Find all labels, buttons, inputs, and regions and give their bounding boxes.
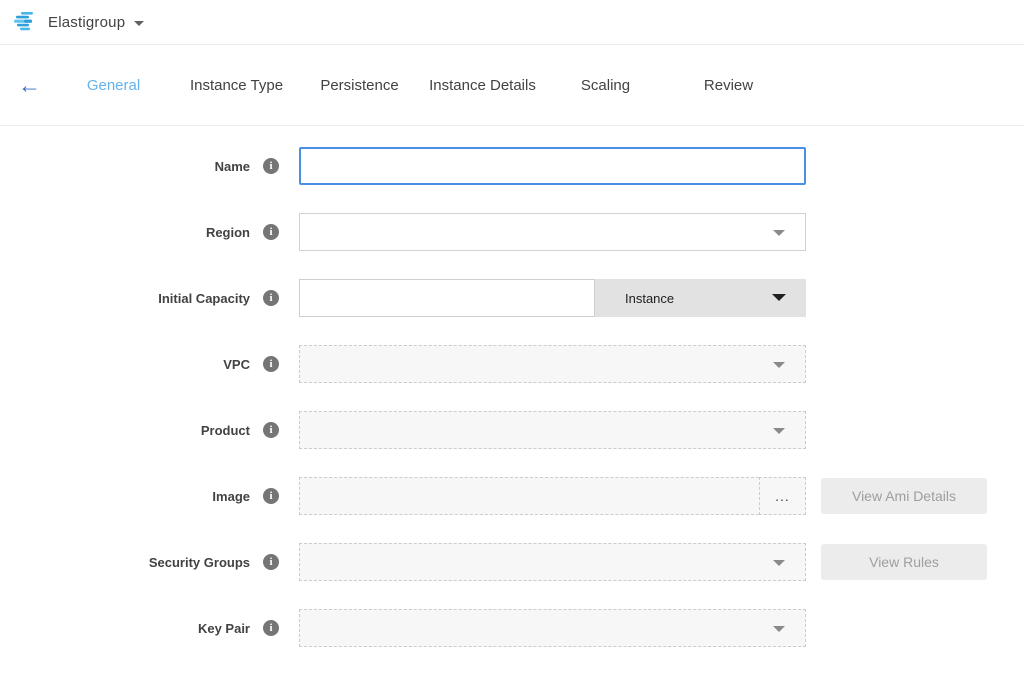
initial-capacity-input[interactable] <box>299 279 595 317</box>
tab-general[interactable]: General <box>52 77 175 94</box>
top-bar: Elastigroup <box>0 0 1024 45</box>
security-groups-row: Security Groups i View Rules <box>0 543 1024 581</box>
name-row: Name i <box>0 147 1024 185</box>
security-groups-label: Security Groups <box>0 555 250 570</box>
vpc-select <box>299 345 806 383</box>
region-select[interactable] <box>299 213 806 251</box>
caret-down-icon <box>773 362 785 368</box>
info-icon[interactable]: i <box>263 488 279 504</box>
wizard-tab-bar: ← General Instance Type Persistence Inst… <box>0 45 1024 126</box>
tab-persistence[interactable]: Persistence <box>298 77 421 94</box>
tab-instance-type[interactable]: Instance Type <box>175 77 298 94</box>
back-arrow-icon[interactable]: ← <box>18 74 52 97</box>
product-label: Product <box>0 423 250 438</box>
wizard-tabs: General Instance Type Persistence Instan… <box>52 77 790 94</box>
security-groups-select <box>299 543 806 581</box>
info-icon[interactable]: i <box>263 158 279 174</box>
key-pair-row: Key Pair i <box>0 609 1024 647</box>
view-ami-details-button[interactable]: View Ami Details <box>821 478 987 514</box>
image-field: ... <box>299 477 806 515</box>
image-value-box <box>299 477 759 515</box>
caret-down-icon <box>772 294 786 301</box>
name-label: Name <box>0 159 250 174</box>
tab-instance-details[interactable]: Instance Details <box>421 77 544 94</box>
initial-capacity-label: Initial Capacity <box>0 291 250 306</box>
caret-down-icon <box>773 626 785 632</box>
tab-scaling[interactable]: Scaling <box>544 77 667 94</box>
key-pair-label: Key Pair <box>0 621 250 636</box>
region-label: Region <box>0 225 250 240</box>
image-row: Image i ... View Ami Details <box>0 477 1024 515</box>
general-form: Name i Region i Initial Capacity i Insta… <box>0 126 1024 647</box>
capacity-unit-select[interactable]: Instance <box>595 279 806 317</box>
vpc-row: VPC i <box>0 345 1024 383</box>
info-icon[interactable]: i <box>263 422 279 438</box>
tab-review[interactable]: Review <box>667 77 790 94</box>
elastigroup-logo-icon <box>14 11 38 33</box>
caret-down-icon <box>773 230 785 236</box>
vpc-label: VPC <box>0 357 250 372</box>
info-icon[interactable]: i <box>263 224 279 240</box>
info-icon[interactable]: i <box>263 554 279 570</box>
info-icon[interactable]: i <box>263 620 279 636</box>
product-row: Product i <box>0 411 1024 449</box>
product-select <box>299 411 806 449</box>
region-row: Region i <box>0 213 1024 251</box>
chevron-down-icon[interactable] <box>134 21 144 26</box>
browse-image-button: ... <box>759 477 806 515</box>
image-label: Image <box>0 489 250 504</box>
initial-capacity-row: Initial Capacity i Instance <box>0 279 1024 317</box>
key-pair-select <box>299 609 806 647</box>
view-rules-button[interactable]: View Rules <box>821 544 987 580</box>
app-title[interactable]: Elastigroup <box>48 14 125 31</box>
caret-down-icon <box>773 560 785 566</box>
info-icon[interactable]: i <box>263 356 279 372</box>
capacity-unit-value: Instance <box>625 291 674 306</box>
info-icon[interactable]: i <box>263 290 279 306</box>
caret-down-icon <box>773 428 785 434</box>
name-input[interactable] <box>299 147 806 185</box>
